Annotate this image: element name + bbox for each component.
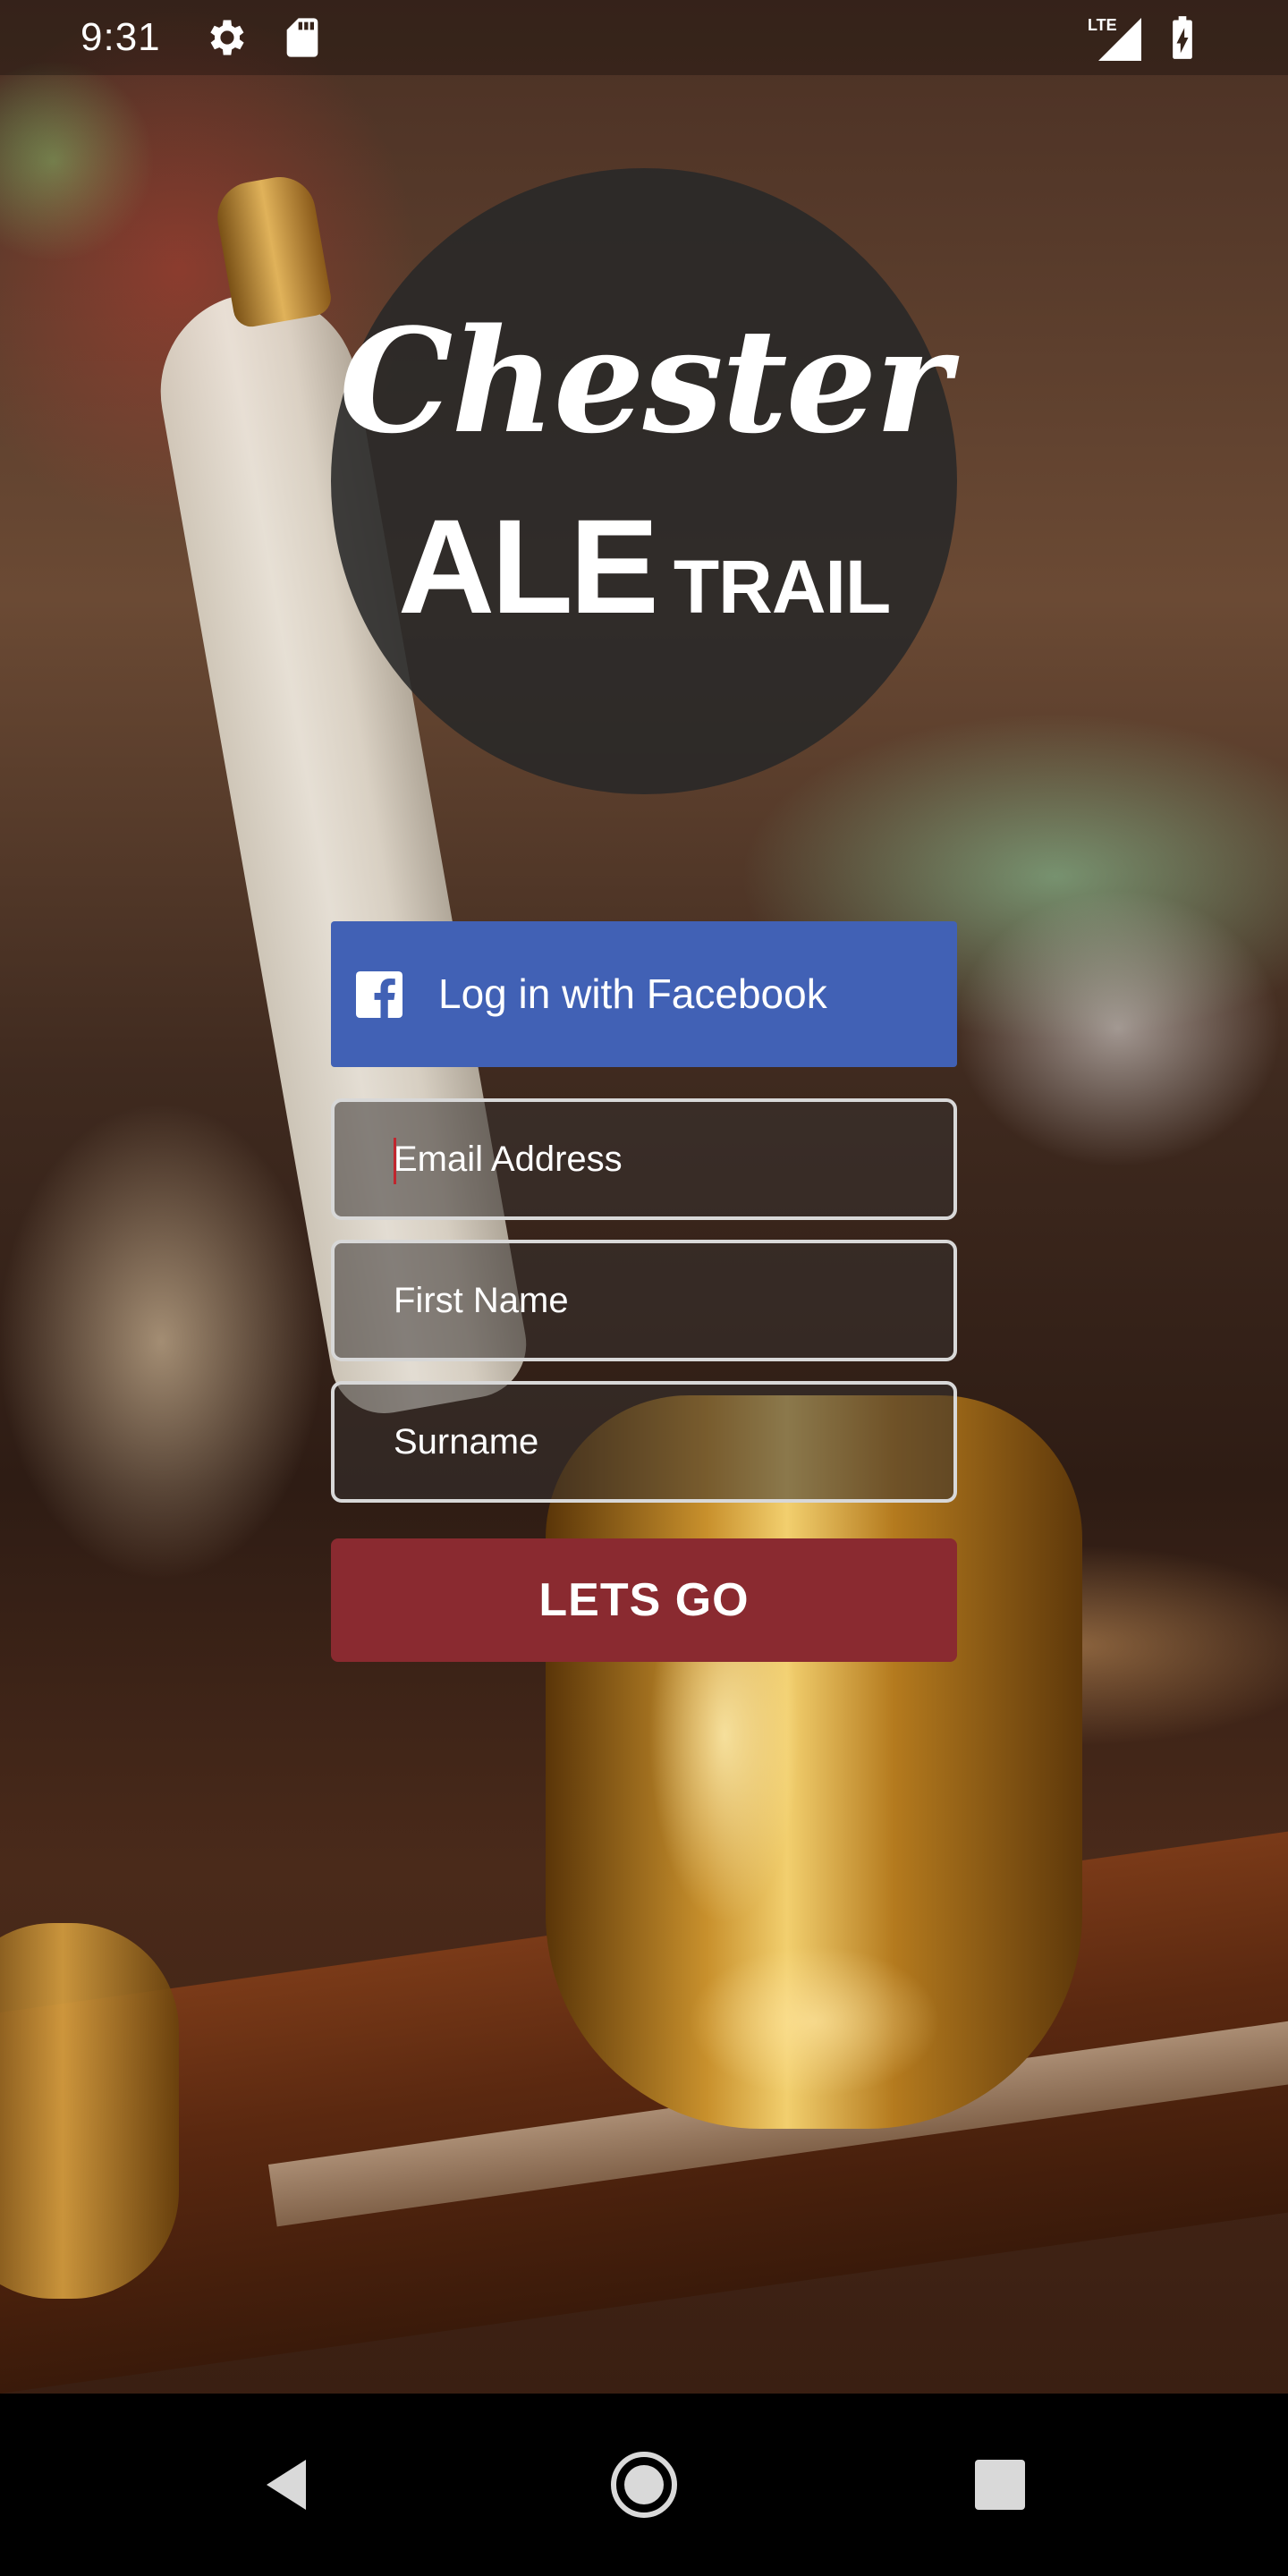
facebook-login-button[interactable]: Log in with Facebook (331, 921, 957, 1067)
home-icon[interactable] (608, 2449, 680, 2521)
logo-subtitle: ALE TRAIL (331, 499, 957, 676)
logo-trail-text: TRAIL (673, 545, 891, 629)
text-cursor (394, 1138, 396, 1184)
lets-go-button[interactable]: LETS GO (331, 1538, 957, 1662)
facebook-login-label: Log in with Facebook (438, 970, 827, 1017)
email-input[interactable] (335, 1102, 953, 1216)
back-icon[interactable] (252, 2449, 324, 2521)
surname-field[interactable] (331, 1381, 957, 1503)
facebook-icon (356, 971, 402, 1018)
logo-title: Chester (339, 297, 951, 465)
battery-charging-icon (1165, 14, 1200, 61)
surname-input[interactable] (335, 1385, 953, 1499)
chester-ale-trail-logo: Chester ALE TRAIL (331, 168, 957, 794)
beer-tap-base (546, 1395, 1082, 2129)
recents-icon[interactable] (964, 2449, 1036, 2521)
svg-text:LTE: LTE (1088, 16, 1117, 34)
status-time: 9:31 (80, 15, 161, 59)
lte-signal-icon: LTE (1088, 14, 1145, 61)
first-name-field[interactable] (331, 1240, 957, 1361)
login-screen: 9:31 LTE Chester ALE TRAIL Log in with F… (0, 0, 1288, 2576)
system-navigation-bar (0, 2394, 1288, 2576)
status-bar: 9:31 LTE (0, 0, 1288, 75)
brass-fitting (0, 1923, 179, 2299)
sd-card-icon (279, 14, 326, 61)
logo-ale-text: ALE (397, 491, 659, 641)
email-field[interactable] (331, 1098, 957, 1220)
first-name-input[interactable] (335, 1243, 953, 1358)
gear-icon (204, 14, 250, 61)
